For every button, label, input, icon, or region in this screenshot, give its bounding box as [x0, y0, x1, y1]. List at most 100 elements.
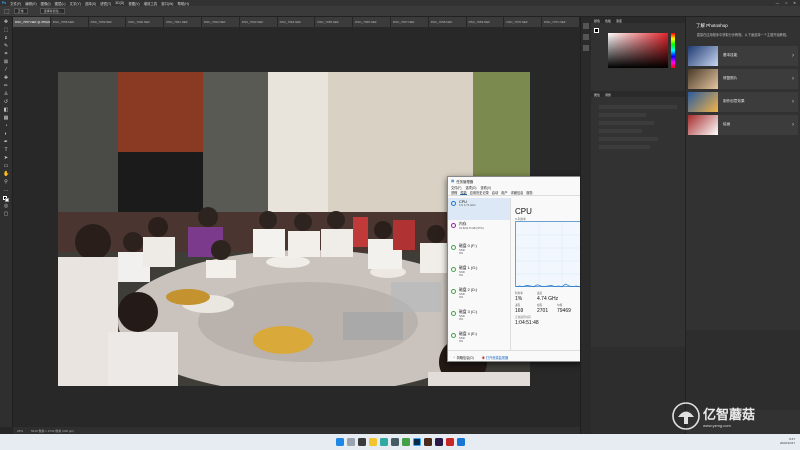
maximize-icon[interactable]: □ — [785, 1, 787, 5]
doc-tab[interactable]: DSC_7069.NEF — [466, 17, 505, 27]
shape-tool-icon[interactable]: ▭ — [3, 163, 9, 170]
hue-slider[interactable] — [671, 33, 675, 68]
tab-startup[interactable]: 启动 — [492, 190, 498, 195]
menu-window[interactable]: 窗口(W) — [161, 1, 173, 6]
app-green-icon[interactable] — [401, 438, 410, 446]
start-icon[interactable] — [335, 438, 344, 446]
hand-tool-icon[interactable]: ✋ — [3, 171, 9, 178]
tab-gradients[interactable]: 渐变 — [616, 19, 622, 23]
zoom-level[interactable]: 25% — [17, 429, 23, 433]
stamp-tool-icon[interactable]: ♙ — [3, 91, 9, 98]
menu-help[interactable]: 帮助(H) — [177, 1, 189, 6]
learn-panel-icon[interactable] — [583, 45, 589, 51]
photoshop-icon[interactable] — [412, 438, 421, 446]
tab-performance[interactable]: 性能 — [460, 190, 467, 195]
task-view-icon[interactable] — [357, 438, 366, 446]
doc-tab[interactable]: DSC_7063.NEF — [239, 17, 278, 27]
blur-tool-icon[interactable]: ◔ — [3, 123, 9, 130]
menu-edit[interactable]: 编辑(E) — [25, 1, 36, 6]
tab-app-history[interactable]: 应用历史记录 — [470, 190, 489, 195]
ps-logo-icon[interactable]: Ps — [2, 1, 6, 5]
tab-properties[interactable]: 属性 — [594, 93, 600, 97]
healing-brush-icon[interactable]: ✚ — [3, 75, 9, 82]
doc-tab[interactable]: DSC_7058.NEF — [50, 17, 89, 27]
zoom-tool-icon[interactable]: ⚲ — [3, 179, 9, 186]
dodge-tool-icon[interactable]: ◐ — [3, 131, 9, 138]
menu-view[interactable]: 视图(V) — [128, 1, 139, 6]
file-explorer-icon[interactable] — [368, 438, 377, 446]
menu-layer[interactable]: 图层(L) — [55, 1, 66, 6]
resource-monitor-link[interactable]: ◉ 打开资源监视器 — [482, 355, 508, 360]
doc-tab[interactable]: DSC_7061.NEF — [164, 17, 202, 27]
doc-tab[interactable]: DSC_7057.NEF @ 25%(RGB/8) — [13, 17, 51, 27]
fewer-details-button[interactable]: ⌃ 简略信息(D) — [453, 355, 474, 360]
store-icon[interactable] — [390, 438, 399, 446]
system-clock[interactable]: 9:47 2023/12/27 — [780, 437, 795, 445]
eyedropper-icon[interactable]: ⁄ — [3, 67, 9, 74]
edge-icon[interactable] — [379, 438, 388, 446]
eraser-icon[interactable]: ◧ — [3, 107, 9, 114]
select-mask-button[interactable]: 选择并遮住... — [39, 8, 66, 14]
tm-resource-item[interactable]: 内存 31.8/31.8 GB (97%) — [448, 220, 510, 242]
menu-type[interactable]: 文字(Y) — [70, 1, 81, 6]
close-icon[interactable]: ✕ — [793, 1, 796, 5]
crop-tool-icon[interactable]: ⌗ — [3, 51, 9, 58]
pen-tool-icon[interactable]: ✒ — [3, 139, 9, 146]
tab-details[interactable]: 详细信息 — [511, 190, 524, 195]
foreground-color-icon[interactable] — [594, 28, 599, 33]
gradient-icon[interactable]: ▦ — [3, 115, 9, 122]
tab-users[interactable]: 用户 — [501, 190, 507, 195]
learn-card-painting[interactable]: 绘画 › — [688, 114, 798, 135]
menu-select[interactable]: 选择(S) — [85, 1, 96, 6]
bridge-icon[interactable] — [423, 438, 432, 446]
canvas-area[interactable]: ▦ 任务管理器 — □ ✕ 文件(F) 选项(O) 查看(V) 进程 性能 应用… — [13, 27, 656, 427]
more-tools-icon[interactable]: … — [3, 187, 9, 194]
tm-resource-item[interactable]: 磁盘 2 (D:) SSD 0% — [448, 286, 510, 308]
layers-panel[interactable] — [591, 347, 685, 434]
menu-file[interactable]: 文件(F) — [10, 1, 21, 6]
history-panel-icon[interactable] — [583, 23, 589, 29]
quick-mask-icon[interactable]: ◎ — [3, 203, 9, 210]
tm-resource-item[interactable]: 磁盘 4 (E:) SSD 0% — [448, 330, 510, 352]
premiere-icon[interactable] — [434, 438, 443, 446]
menu-image[interactable]: 图像(I) — [41, 1, 51, 6]
doc-tab[interactable]: DSC_7070.NEF — [504, 17, 543, 27]
doc-tab[interactable]: DSC_7067.NEF — [390, 17, 429, 27]
menu-3d[interactable]: 3D(D) — [115, 1, 124, 5]
quick-select-icon[interactable]: ✎ — [3, 43, 9, 50]
tm-resource-item[interactable]: 磁盘 0 (F:) SSD 0% — [448, 242, 510, 264]
layers-panel-icon[interactable] — [583, 34, 589, 40]
marquee-icon[interactable]: ⬚ — [4, 8, 10, 15]
marquee-tool-icon[interactable]: ⬚ — [3, 27, 9, 34]
tm-resource-item[interactable]: CPU 1% 4.74 GHz — [448, 198, 510, 220]
tm-resource-item[interactable]: 磁盘 3 (C:) SSD 0% — [448, 308, 510, 330]
menu-plugins[interactable]: 增效工具 — [144, 1, 158, 6]
type-tool-icon[interactable]: T — [3, 147, 9, 154]
doc-tab[interactable]: DSC_7071.NEF — [542, 17, 580, 27]
learn-card-fix-photo[interactable]: 修复照片 › — [688, 68, 798, 89]
tab-color[interactable]: 颜色 — [594, 19, 600, 23]
tab-processes[interactable]: 进程 — [451, 190, 457, 195]
move-tool-icon[interactable]: ✥ — [3, 19, 9, 26]
tab-adjustments[interactable]: 调整 — [605, 93, 611, 97]
color-swatch-icon[interactable] — [3, 196, 9, 202]
doc-tab[interactable]: DSC_7059.NEF — [88, 17, 127, 27]
app-red-icon[interactable] — [445, 438, 454, 446]
learn-card-basic-skills[interactable]: 基本技能 › — [688, 45, 798, 66]
tm-resource-item[interactable]: 磁盘 1 (G:) SSD 0% — [448, 264, 510, 286]
search-icon[interactable] — [346, 438, 355, 446]
doc-tab[interactable]: DSC_7060.NEF — [126, 17, 165, 27]
doc-tab[interactable]: DSC_7064.NEF — [277, 17, 316, 27]
learn-card-creative-effects[interactable]: 制作创意效果 › — [688, 91, 798, 112]
mode-select[interactable]: 正常 — [13, 8, 28, 14]
minimize-icon[interactable]: — — [776, 1, 779, 5]
doc-tab[interactable]: DSC_7066.NEF — [353, 17, 391, 27]
screen-mode-icon[interactable]: ▢ — [3, 211, 9, 218]
menu-filter[interactable]: 滤镜(T) — [100, 1, 111, 6]
lasso-tool-icon[interactable]: ɕ — [3, 35, 9, 42]
tab-swatches[interactable]: 色板 — [605, 19, 611, 23]
doc-tab[interactable]: DSC_7062.NEF — [201, 17, 240, 27]
history-brush-icon[interactable]: ↺ — [3, 99, 9, 106]
color-field[interactable] — [608, 33, 668, 68]
doc-tab[interactable]: DSC_7068.NEF — [428, 17, 467, 27]
